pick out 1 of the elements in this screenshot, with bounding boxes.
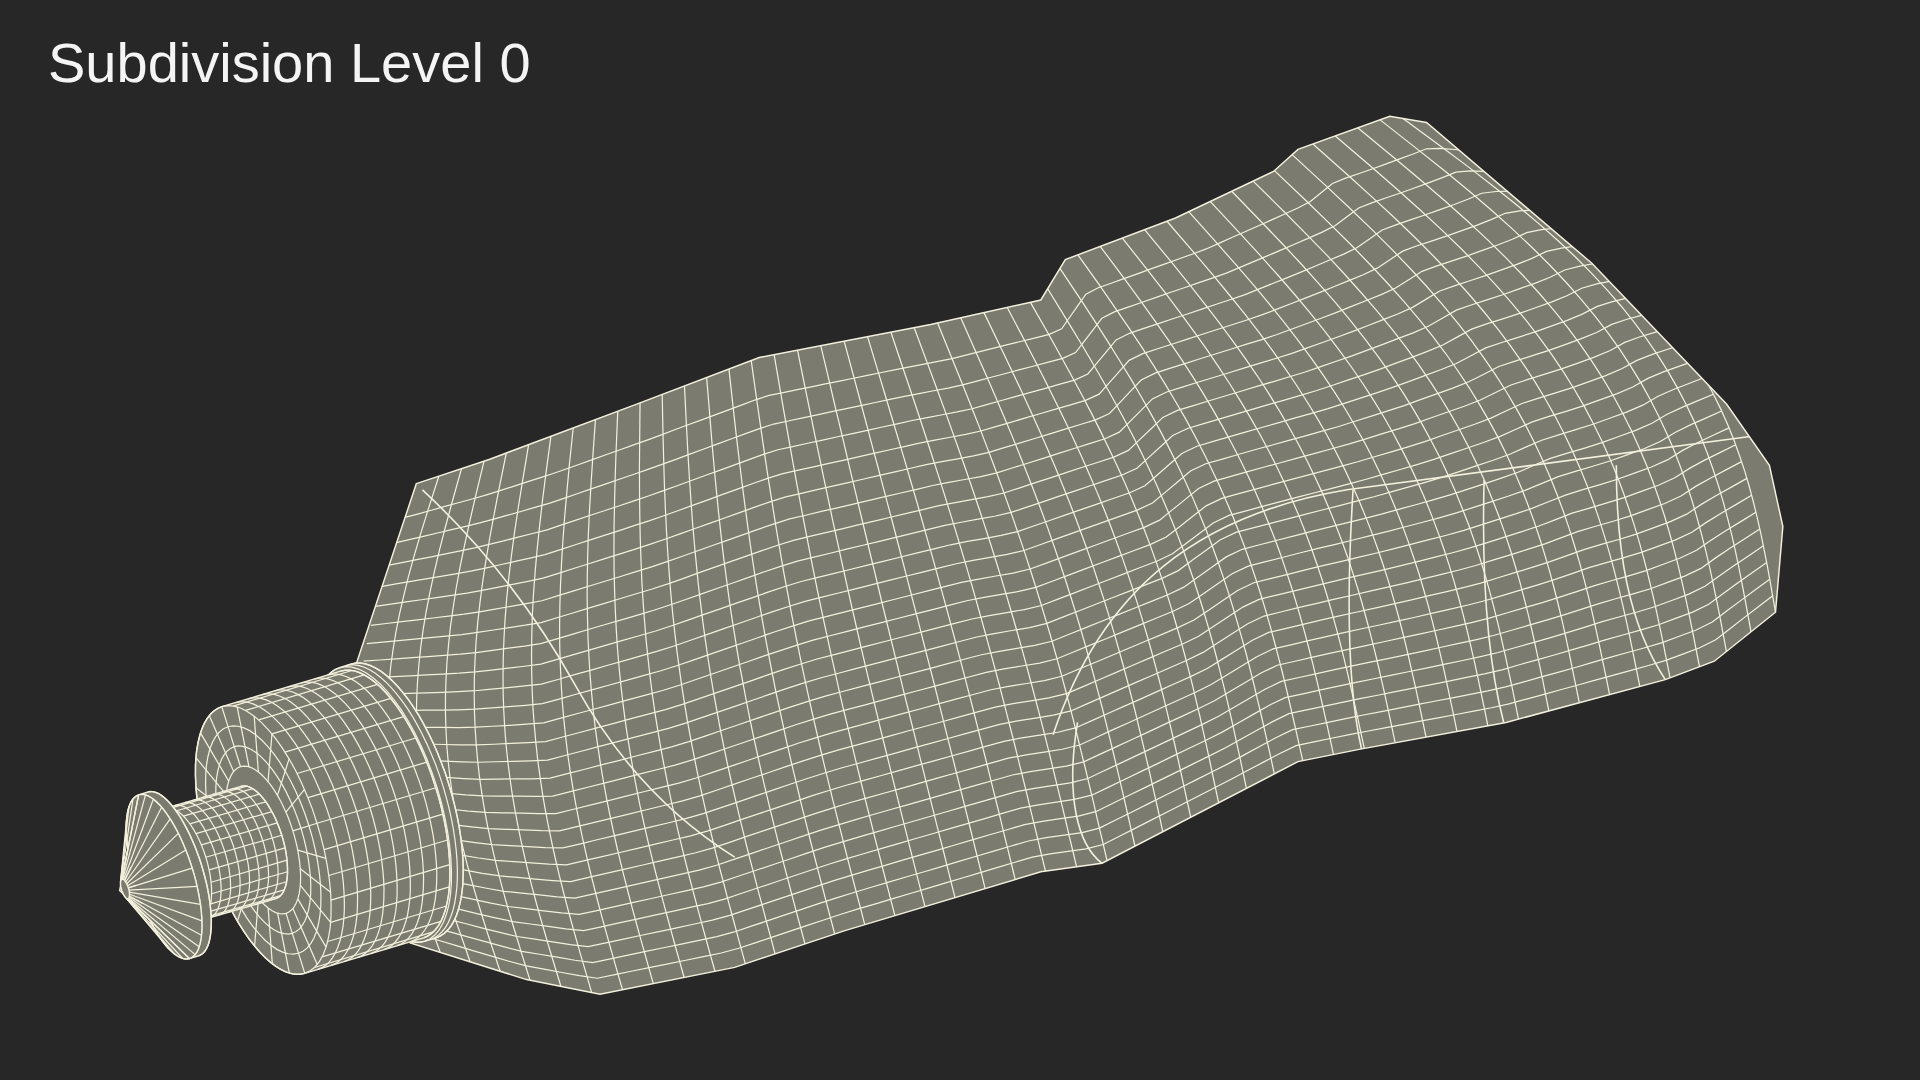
subdivision-level-title: Subdivision Level 0 [48, 31, 531, 96]
